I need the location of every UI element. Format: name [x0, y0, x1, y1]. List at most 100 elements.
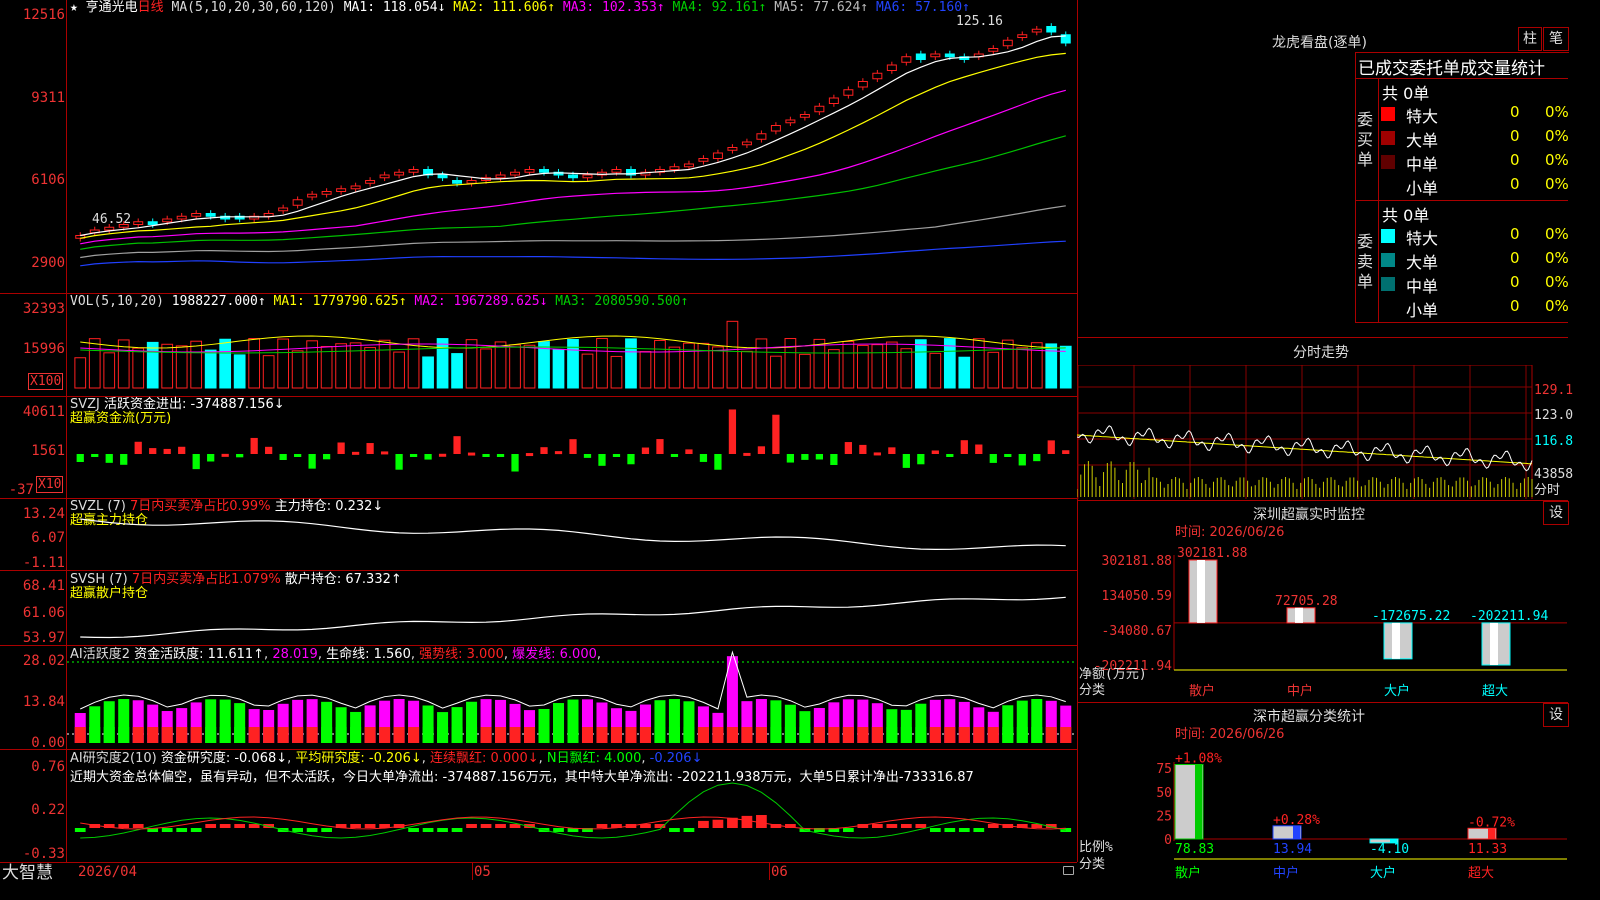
- order-percent: 0%: [1545, 175, 1569, 193]
- fund-flow-bar: [656, 439, 664, 454]
- svzj-chart[interactable]: [67, 397, 1076, 498]
- divider: [1355, 322, 1568, 323]
- fund-flow-bar: [294, 454, 302, 457]
- fund-flow-bar: [192, 454, 200, 470]
- svzl-chart[interactable]: [67, 499, 1076, 570]
- activity-base-bar: [422, 727, 434, 743]
- classify-category: 中户: [1273, 865, 1299, 881]
- research-bar: [306, 828, 318, 832]
- svsh-chart[interactable]: [67, 571, 1076, 645]
- candle-body: [350, 185, 361, 190]
- fund-flow-bar: [931, 450, 939, 454]
- activity-base-bar: [915, 727, 927, 743]
- research-bar: [364, 824, 376, 828]
- price-tick: 6106: [31, 172, 65, 188]
- retail-holding-line: [80, 596, 1066, 639]
- candle-body: [495, 174, 506, 179]
- ma-line: [80, 35, 1066, 237]
- bar-mode-button[interactable]: 柱: [1518, 27, 1542, 51]
- research-bar: [190, 828, 202, 832]
- candle-body: [683, 163, 694, 168]
- volume-bar: [146, 341, 159, 389]
- ai-research-chart[interactable]: [67, 750, 1076, 862]
- order-size-label: 中单: [1406, 155, 1439, 174]
- activity-base-bar: [321, 727, 333, 743]
- candle-body: [466, 180, 477, 184]
- candle-body: [915, 53, 926, 60]
- price-chart[interactable]: [67, 0, 1076, 293]
- dragon-tabs[interactable]: 已成交委托单成交量统计: [1358, 54, 1545, 79]
- volume-bar: [929, 352, 942, 389]
- candle-body: [437, 174, 448, 179]
- main-holding-line: [80, 518, 1066, 551]
- monitor-setting-button[interactable]: 设: [1543, 501, 1569, 525]
- fund-flow-bar: [598, 454, 606, 466]
- research-bar: [219, 824, 231, 828]
- xaxis-tick: [769, 862, 770, 880]
- candle-body: [205, 213, 216, 217]
- order-count: 0: [1510, 249, 1520, 267]
- fund-flow-bar: [554, 451, 563, 455]
- svzl-tick: 6.07: [31, 530, 65, 546]
- activity-base-bar: [408, 727, 420, 743]
- intraday-tick: 123.0: [1534, 408, 1574, 423]
- volume-chart[interactable]: [67, 294, 1076, 396]
- price-tick: 2900: [31, 255, 65, 271]
- sell-total: 共 0单: [1382, 206, 1430, 225]
- volume-bar: [349, 342, 362, 389]
- activity-base-bar: [89, 727, 101, 743]
- brand-logo: 大智慧: [2, 863, 53, 883]
- monitor-title: 深圳超赢实时监控: [1253, 507, 1365, 523]
- volume-bar: [900, 348, 913, 389]
- activity-base-bar: [335, 727, 347, 743]
- research-bar: [944, 828, 956, 832]
- volume-bar: [190, 340, 203, 389]
- activity-base-bar: [292, 727, 304, 743]
- order-size-label: 特大: [1406, 107, 1439, 126]
- research-bar: [741, 815, 753, 828]
- fund-flow-bar: [467, 452, 476, 456]
- svzl-tick: 13.24: [22, 506, 65, 522]
- activity-base-bar: [944, 727, 956, 743]
- order-count: 0: [1510, 103, 1520, 121]
- ai-active-chart[interactable]: [67, 646, 1076, 749]
- ma-line: [80, 89, 1066, 245]
- order-count: 0: [1510, 297, 1520, 315]
- activity-base-bar: [176, 727, 188, 743]
- volume-bar: [813, 338, 826, 389]
- pen-mode-button[interactable]: 笔: [1543, 27, 1569, 51]
- fund-flow-bar: [873, 452, 881, 456]
- research-bar: [596, 824, 608, 828]
- monitor-bar-chart[interactable]: 302181.88 134050.59 -34080.67 -202211.94 302…: [1077, 540, 1568, 700]
- order-count: 0: [1510, 127, 1520, 145]
- svzl-tick: -1.11: [22, 555, 65, 571]
- research-bar: [698, 820, 709, 828]
- intraday-chart[interactable]: [1077, 365, 1568, 499]
- fund-flow-bar: [1062, 450, 1070, 454]
- research-bar: [437, 828, 448, 832]
- volume-bar: [509, 344, 521, 389]
- activity-base-bar: [683, 727, 695, 743]
- activity-base-bar: [741, 727, 753, 743]
- fund-flow-bar: [757, 446, 766, 454]
- classify-setting-button[interactable]: 设: [1543, 703, 1569, 727]
- activity-base-bar: [437, 727, 449, 743]
- research-bar: [118, 824, 130, 828]
- research-bar: [466, 824, 477, 828]
- classify-y-tick: 50: [1156, 786, 1172, 801]
- activity-base-bar: [799, 727, 811, 743]
- activity-base-bar: [1002, 727, 1014, 743]
- classify-change-label: -0.72%: [1468, 815, 1515, 830]
- activity-base-bar: [190, 727, 202, 743]
- lock-icon[interactable]: [1063, 866, 1074, 875]
- classify-bar-chart[interactable]: 75 50 25 0 +1.08% 78.83 散户 +0.28% 13.94 中户 -4.10 大户…: [1077, 742, 1568, 882]
- candle-body: [365, 180, 376, 184]
- activity-base-bar: [857, 727, 869, 743]
- order-size-label: 大单: [1406, 131, 1439, 150]
- fund-flow-bar: [786, 454, 795, 463]
- candle-body: [118, 224, 129, 228]
- research-bar: [176, 828, 188, 832]
- activity-base-bar: [625, 727, 637, 743]
- vol-unit-box: X100: [28, 373, 64, 390]
- divider: [1355, 78, 1568, 79]
